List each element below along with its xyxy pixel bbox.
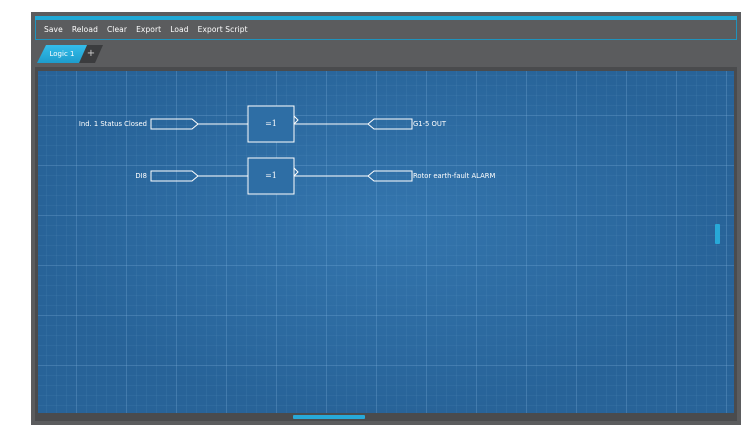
menu-load[interactable]: Load [170, 25, 188, 34]
gate-output-notch-2 [293, 167, 299, 177]
input-label-2: DI8 [135, 172, 147, 180]
output-connector-1[interactable] [367, 118, 413, 130]
logic-canvas[interactable]: Ind. 1 Status Closed =1 G1-5 OUT DI8 =1 … [38, 71, 734, 413]
gate-label-2: =1 [265, 171, 277, 180]
canvas-frame: Ind. 1 Status Closed =1 G1-5 OUT DI8 =1 … [35, 67, 737, 421]
tab-logic-1[interactable]: Logic 1 [37, 45, 87, 63]
output-connector-2[interactable] [367, 170, 413, 182]
menu-export-script[interactable]: Export Script [198, 25, 248, 34]
gate-output-notch-1 [293, 115, 299, 125]
menu-reload[interactable]: Reload [72, 25, 98, 34]
menu-bar: Save Reload Clear Export Load Export Scr… [35, 20, 737, 40]
input-label-1: Ind. 1 Status Closed [78, 120, 147, 128]
gate-label-1: =1 [265, 119, 277, 128]
menu-export[interactable]: Export [136, 25, 161, 34]
output-label-1: G1-5 OUT [413, 120, 447, 128]
tab-strip: + Logic 1 [35, 43, 737, 65]
output-label-2: Rotor earth-fault ALARM [413, 172, 496, 180]
input-connector-1[interactable] [150, 118, 199, 130]
logic-editor-window: Save Reload Clear Export Load Export Scr… [31, 12, 741, 425]
horizontal-scrollbar-thumb[interactable] [293, 415, 365, 419]
menu-save[interactable]: Save [44, 25, 63, 34]
menu-clear[interactable]: Clear [107, 25, 127, 34]
input-connector-2[interactable] [150, 170, 199, 182]
vertical-scrollbar-thumb[interactable] [715, 224, 720, 244]
